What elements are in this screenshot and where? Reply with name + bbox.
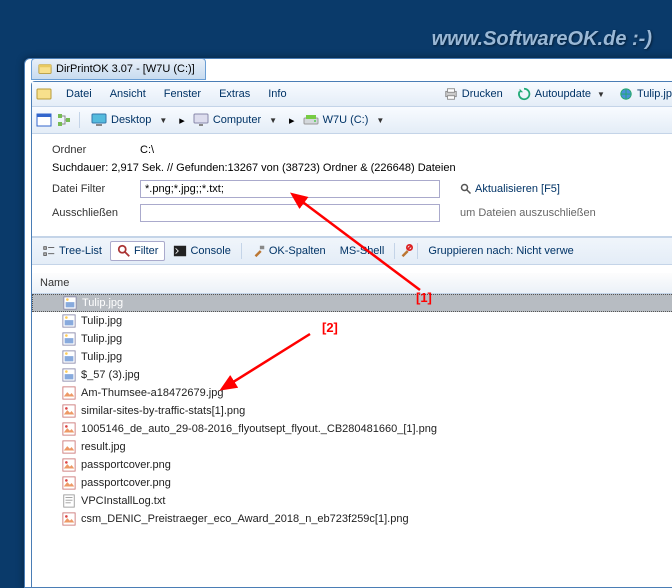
- exclude-input[interactable]: [140, 204, 440, 222]
- refresh-action[interactable]: Aktualisieren [F5]: [460, 183, 560, 195]
- view-tabs: Tree-List Filter Console OK-Spalten MS-S…: [32, 237, 672, 265]
- chevron-down-icon[interactable]: ▼: [269, 116, 277, 125]
- tab-console[interactable]: Console: [167, 242, 236, 260]
- desktop-icon: [91, 112, 107, 128]
- table-row[interactable]: passportcover.png: [32, 456, 672, 474]
- tab-ms-shell[interactable]: MS-Shell: [334, 243, 391, 259]
- file-name: csm_DENIC_Preistraeger_eco_Award_2018_n_…: [81, 513, 409, 525]
- autoupdate-label: Autoupdate: [535, 88, 591, 100]
- chevron-down-icon: ▼: [597, 90, 605, 99]
- printer-icon: [444, 87, 458, 101]
- chevron-right-icon[interactable]: ▸: [179, 114, 185, 127]
- menu-ansicht[interactable]: Ansicht: [102, 86, 154, 102]
- grid-header-name[interactable]: Name: [32, 273, 672, 294]
- folder-icon: [36, 86, 52, 102]
- group-by-label: Gruppieren nach:: [428, 245, 513, 257]
- window-titlebar[interactable]: DirPrintOK 3.07 - [W7U (C:)]: [31, 58, 206, 80]
- file-name: $_57 (3).jpg: [81, 369, 140, 381]
- table-row[interactable]: VPCInstallLog.txt: [32, 492, 672, 510]
- tab-treelist[interactable]: Tree-List: [36, 242, 108, 260]
- crumb-desktop[interactable]: Desktop ▼: [87, 110, 175, 130]
- table-row[interactable]: Am-Thumsee-a18472679.jpg: [32, 384, 672, 402]
- window-icon[interactable]: [36, 112, 52, 128]
- hammer-icon: [252, 244, 266, 258]
- file-name: passportcover.png: [81, 477, 171, 489]
- exclude-label: Ausschließen: [52, 207, 132, 219]
- app-icon: [38, 62, 52, 76]
- crumb-computer-label: Computer: [213, 114, 261, 126]
- menu-bar: Datei Ansicht Fenster Extras Info Drucke…: [32, 82, 672, 107]
- filter-label: Datei Filter: [52, 183, 132, 195]
- tree-list-icon: [42, 244, 56, 258]
- tree-icon[interactable]: [56, 112, 72, 128]
- table-row[interactable]: Tulip.jpg: [32, 312, 672, 330]
- tulip-label: Tulip.jp: [637, 88, 672, 100]
- crumb-drive[interactable]: W7U (C:) ▼: [299, 110, 393, 130]
- table-row[interactable]: Tulip.jpg: [32, 348, 672, 366]
- refresh-label: Aktualisieren [F5]: [475, 183, 560, 195]
- tab-filter[interactable]: Filter: [110, 241, 165, 261]
- app-window: DirPrintOK 3.07 - [W7U (C:)] Datei Ansic…: [24, 58, 672, 588]
- file-grid: Tulip.jpg Tulip.jpg Tulip.jpg Tulip.jpg $_57…: [32, 294, 672, 528]
- file-name: Tulip.jpg: [82, 297, 123, 309]
- suchdauer-text: Suchdauer: 2,917 Sek. // Gefunden:13267 …: [52, 162, 456, 174]
- menu-fenster[interactable]: Fenster: [156, 86, 209, 102]
- ordner-value: C:\: [140, 144, 154, 156]
- print-label: Drucken: [462, 88, 503, 100]
- magnify-icon: [117, 244, 131, 258]
- filter-input[interactable]: [140, 180, 440, 198]
- chevron-down-icon[interactable]: ▼: [159, 116, 167, 125]
- tab-ok-spalten[interactable]: OK-Spalten: [246, 242, 332, 260]
- exclude-hint: um Dateien auszuschließen: [460, 207, 596, 219]
- table-row[interactable]: 1005146_de_auto_29-08-2016_flyoutsept_fl…: [32, 420, 672, 438]
- crumb-desktop-label: Desktop: [111, 114, 151, 126]
- window-body: Datei Ansicht Fenster Extras Info Drucke…: [31, 81, 672, 588]
- file-name: Tulip.jpg: [81, 333, 122, 345]
- chevron-right-icon[interactable]: ▸: [289, 114, 295, 127]
- file-name: passportcover.png: [81, 459, 171, 471]
- drive-icon: [303, 112, 319, 128]
- menu-datei[interactable]: Datei: [58, 86, 100, 102]
- table-row[interactable]: similar-sites-by-traffic-stats[1].png: [32, 402, 672, 420]
- computer-icon: [193, 112, 209, 128]
- table-row[interactable]: result.jpg: [32, 438, 672, 456]
- breadcrumb-bar: Desktop ▼ ▸ Computer ▼ ▸ W7U (C:) ▼: [32, 107, 672, 134]
- file-name: result.jpg: [81, 441, 126, 453]
- crumb-computer[interactable]: Computer ▼: [189, 110, 285, 130]
- menu-info[interactable]: Info: [260, 86, 294, 102]
- chevron-down-icon[interactable]: ▼: [376, 116, 384, 125]
- group-by-value: Nicht verwe: [516, 245, 573, 257]
- hammer-forbidden-icon[interactable]: [399, 244, 413, 258]
- table-row[interactable]: csm_DENIC_Preistraeger_eco_Award_2018_n_…: [32, 510, 672, 528]
- info-panel: Ordner C:\ Suchdauer: 2,917 Sek. // Gefu…: [32, 134, 672, 237]
- site-link-text: www.SoftwareOK.de :-): [432, 28, 652, 51]
- table-row[interactable]: $_57 (3).jpg: [32, 366, 672, 384]
- menu-extras[interactable]: Extras: [211, 86, 258, 102]
- ordner-label: Ordner: [52, 144, 132, 156]
- table-row[interactable]: passportcover.png: [32, 474, 672, 492]
- file-name: 1005146_de_auto_29-08-2016_flyoutsept_fl…: [81, 423, 437, 435]
- globe-icon: [619, 87, 633, 101]
- print-button[interactable]: Drucken: [438, 85, 509, 103]
- refresh-icon: [517, 87, 531, 101]
- tulip-button[interactable]: Tulip.jp: [613, 85, 672, 103]
- file-name: Tulip.jpg: [81, 351, 122, 363]
- file-name: VPCInstallLog.txt: [81, 495, 165, 507]
- table-row[interactable]: Tulip.jpg: [32, 330, 672, 348]
- group-by-control[interactable]: Gruppieren nach: Nicht verwe: [422, 243, 579, 259]
- console-icon: [173, 244, 187, 258]
- crumb-drive-label: W7U (C:): [323, 114, 369, 126]
- window-title: DirPrintOK 3.07 - [W7U (C:)]: [56, 63, 195, 75]
- autoupdate-button[interactable]: Autoupdate ▼: [511, 85, 611, 103]
- file-name: Tulip.jpg: [81, 315, 122, 327]
- file-name: Am-Thumsee-a18472679.jpg: [81, 387, 223, 399]
- table-row[interactable]: Tulip.jpg: [32, 294, 672, 312]
- magnify-refresh-icon: [460, 183, 472, 195]
- file-name: similar-sites-by-traffic-stats[1].png: [81, 405, 245, 417]
